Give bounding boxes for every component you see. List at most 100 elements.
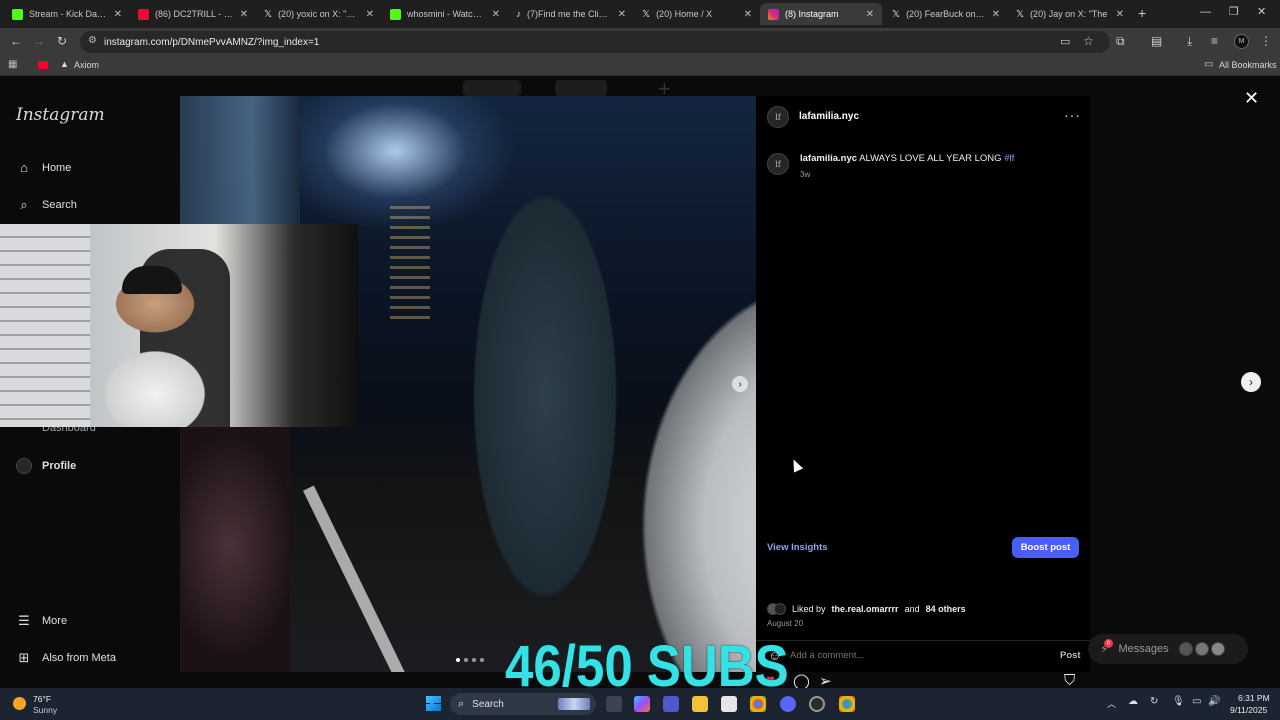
webcam-shelf	[0, 224, 90, 427]
site-info-icon[interactable]: ⚙	[88, 35, 97, 46]
next-post-button[interactable]: ›	[1241, 372, 1261, 392]
file-explorer-icon[interactable]	[692, 696, 708, 712]
back-icon[interactable]: ←	[10, 34, 22, 48]
boost-post-button[interactable]: Boost post	[1012, 537, 1079, 558]
sidebar-item-more[interactable]: ☰ More	[16, 613, 67, 629]
close-icon[interactable]: ✕	[618, 9, 626, 20]
media-icon[interactable]: ≡	[1211, 34, 1218, 48]
instagram-logo[interactable]: Instagram	[16, 105, 105, 125]
bookmark-axiom[interactable]: Axiom	[74, 60, 99, 70]
tab-title: (20) Home / X	[656, 9, 713, 19]
tray-chevron-icon[interactable]: ︿	[1107, 697, 1116, 710]
x-icon: 𝕏	[264, 8, 273, 20]
weather-desc[interactable]: Sunny	[33, 705, 57, 715]
tab-youtube[interactable]: (86) DC2TRILL - She W ✕	[130, 3, 256, 25]
bookmark-star-icon[interactable]: ☆	[1083, 34, 1094, 48]
close-icon[interactable]: ✕	[992, 9, 1000, 20]
restore-icon[interactable]: ❐	[1229, 5, 1239, 18]
teams-icon[interactable]	[663, 696, 679, 712]
volume-icon[interactable]: 🔊	[1208, 696, 1220, 707]
liker-avatars	[767, 603, 786, 615]
sidebar-item-label: Home	[42, 161, 72, 174]
cast-icon[interactable]: ▭	[1060, 35, 1070, 48]
messages-button[interactable]: ⚡ 6 Messages	[1088, 634, 1248, 664]
window-close-icon[interactable]: ✕	[1257, 5, 1266, 18]
store-icon[interactable]	[721, 696, 737, 712]
tab-kick-clip[interactable]: whosmini - Watch clip ✕	[382, 3, 508, 25]
caption-username[interactable]: lafamilia.nyc	[800, 153, 857, 164]
menu-icon: ☰	[18, 613, 30, 628]
divider	[756, 640, 1090, 641]
messages-label: Messages	[1118, 643, 1169, 655]
profile-avatar[interactable]: M	[1234, 34, 1249, 49]
close-icon[interactable]: ✕	[744, 9, 752, 20]
comment-input[interactable]	[790, 646, 1020, 664]
tab-x-home[interactable]: 𝕏 (20) Home / X ✕	[634, 3, 760, 25]
close-icon[interactable]: ✕	[492, 9, 500, 20]
new-tab-icon[interactable]: +	[1138, 5, 1146, 21]
tab-instagram[interactable]: (8) Instagram ✕	[760, 3, 882, 25]
onedrive-icon[interactable]: ☁	[1128, 696, 1138, 707]
tab-x-jay[interactable]: 𝕏 (20) Jay on X: "The ✕	[1008, 3, 1132, 25]
messages-badge: 6	[1104, 639, 1113, 648]
close-icon[interactable]: ✕	[366, 9, 374, 20]
search-highlight-icon	[558, 698, 590, 710]
author-avatar[interactable]: lf	[767, 106, 789, 128]
tab-search-icon[interactable]: ▤	[1151, 34, 1162, 48]
view-insights-link[interactable]: View Insights	[767, 542, 828, 553]
extensions-icon[interactable]: ⧉	[1116, 34, 1125, 49]
url-field[interactable]: ⚙ instagram.com/p/DNmePvvAMNZ/?img_index…	[80, 31, 1110, 53]
sidebar-item-meta[interactable]: ⊞ Also from Meta	[16, 650, 116, 666]
photo-left-car	[180, 426, 290, 672]
tab-x-yoxic[interactable]: 𝕏 (20) yoxic on X: "Brad ✕	[256, 3, 382, 25]
liked-others-link[interactable]: 84 others	[926, 604, 966, 614]
discord-icon[interactable]	[780, 696, 796, 712]
close-icon[interactable]: ✕	[1244, 88, 1259, 109]
minimize-icon[interactable]: —	[1200, 6, 1211, 18]
weather-temp[interactable]: 76°F	[33, 694, 51, 704]
close-icon[interactable]: ✕	[114, 9, 122, 20]
post-comment-button[interactable]: Post	[1060, 650, 1081, 661]
app-icon[interactable]	[809, 696, 825, 712]
save-bookmark-icon[interactable]: ⛉	[1064, 672, 1075, 689]
network-icon[interactable]: ▭	[1192, 696, 1201, 707]
tab-kick[interactable]: Stream - Kick Dashboard ✕	[4, 3, 130, 25]
tab-title: (8) Instagram	[785, 9, 839, 19]
tab-tiktok[interactable]: ♪ (7)Find me the Clipper ✕	[508, 3, 634, 25]
sidebar-item-profile[interactable]: Profile	[16, 458, 76, 474]
profile-avatar-icon	[16, 458, 32, 474]
liked-by-user[interactable]: the.real.omarrrr	[832, 604, 899, 614]
author-username[interactable]: lafamilia.nyc	[799, 111, 859, 122]
taskbar-search[interactable]: ⌕ Search	[450, 693, 596, 715]
clock-time[interactable]: 6:31 PM	[1238, 693, 1270, 703]
sidebar-item-search[interactable]: ⌕ Search	[16, 197, 77, 213]
download-icon[interactable]: ⤓	[1187, 34, 1192, 49]
clock-date[interactable]: 9/11/2025	[1230, 705, 1267, 715]
sidebar-item-home[interactable]: ⌂ Home	[16, 160, 71, 175]
apps-icon[interactable]: ▦	[8, 59, 17, 70]
forward-icon[interactable]: →	[33, 34, 45, 48]
sync-icon[interactable]: ↻	[1150, 696, 1158, 707]
sidebar-item-label: More	[42, 615, 68, 627]
mic-icon[interactable]: 🎙	[1172, 696, 1185, 707]
tab-x-fearbuck[interactable]: 𝕏 (20) FearBuck on X: " ✕	[884, 3, 1008, 25]
reload-icon[interactable]: ↻	[57, 34, 67, 48]
chrome-profile-icon[interactable]	[839, 696, 855, 712]
task-view-icon[interactable]	[606, 696, 622, 712]
instagram-icon	[768, 8, 779, 20]
close-icon[interactable]: ✕	[866, 9, 874, 20]
more-options-icon[interactable]: ···	[1064, 107, 1081, 123]
copilot-icon[interactable]	[634, 696, 650, 712]
close-icon[interactable]: ✕	[1116, 9, 1124, 20]
caption-hashtag[interactable]: #lf	[1004, 153, 1014, 164]
close-icon[interactable]: ✕	[240, 9, 248, 20]
carousel-next-button[interactable]: ›	[732, 376, 748, 392]
all-bookmarks[interactable]: All Bookmarks	[1219, 60, 1277, 70]
youtube-bookmark-icon[interactable]	[38, 61, 48, 69]
home-icon: ⌂	[20, 160, 28, 175]
caption-text: ALWAYS LOVE ALL YEAR LONG	[859, 153, 1002, 164]
menu-icon[interactable]: ⋮	[1260, 34, 1272, 48]
caption-avatar[interactable]: lf	[767, 153, 789, 175]
windows-start-icon[interactable]	[426, 696, 441, 711]
chrome-icon[interactable]	[750, 696, 766, 712]
